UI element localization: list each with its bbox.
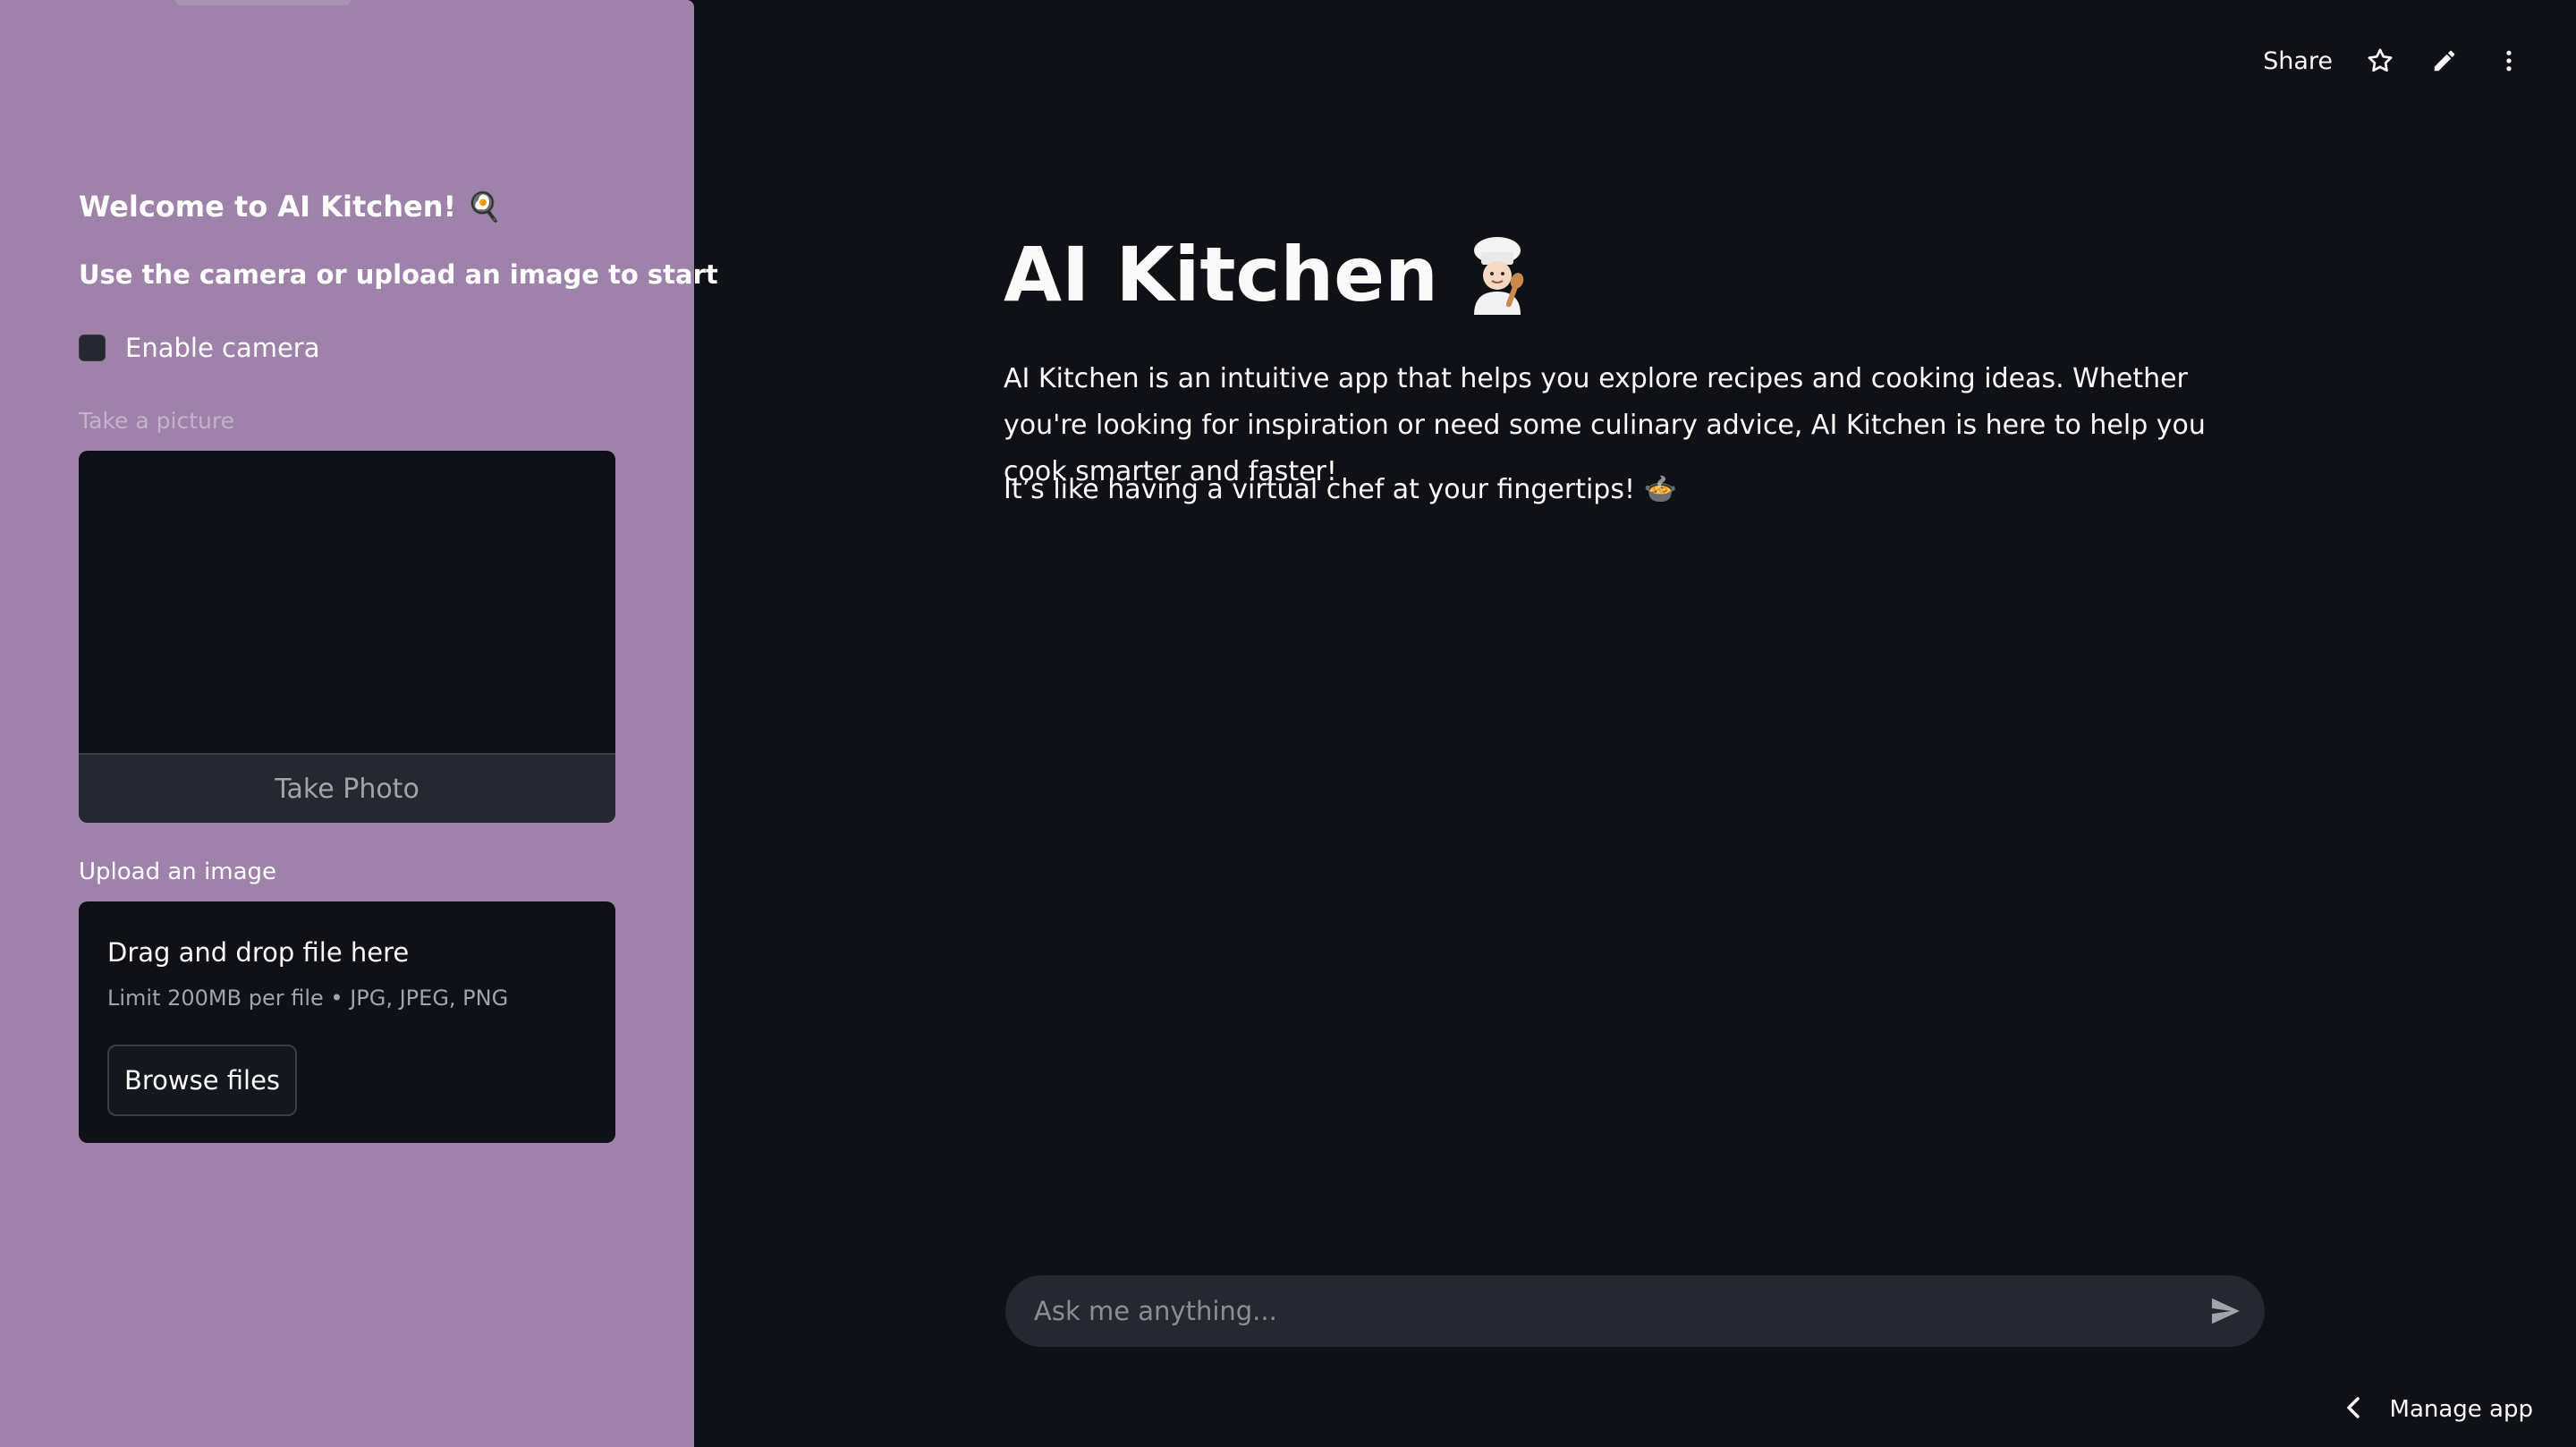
enable-camera-label: Enable camera: [125, 333, 320, 363]
enable-camera-checkbox[interactable]: Enable camera: [79, 333, 320, 363]
browse-files-button[interactable]: Browse files: [107, 1045, 297, 1116]
checkbox-box[interactable]: [79, 334, 106, 361]
page-title: AI Kitchen: [1004, 231, 1533, 318]
header-toolbar: Share: [2263, 39, 2526, 82]
send-icon[interactable]: [2207, 1293, 2243, 1329]
sidebar-subtitle: Use the camera or upload an image to sta…: [79, 259, 718, 290]
sidebar: Welcome to AI Kitchen! 🍳 Use the camera …: [0, 0, 718, 1447]
tagline-paragraph: It’s like having a virtual chef at your …: [1004, 474, 1677, 505]
more-vertical-icon[interactable]: [2492, 44, 2526, 78]
chat-input[interactable]: [1034, 1275, 2197, 1347]
star-icon[interactable]: [2363, 44, 2397, 78]
chat-input-bar: [1005, 1275, 2265, 1347]
upload-label: Upload an image: [79, 859, 277, 885]
camera-preview: Take Photo: [79, 451, 615, 823]
dropzone-title: Drag and drop file here: [107, 937, 410, 968]
camera-input-label: Take a picture: [79, 408, 234, 434]
chevron-left-icon: [2343, 1395, 2363, 1424]
app-root: Welcome to AI Kitchen! 🍳 Use the camera …: [0, 0, 2576, 1447]
share-button[interactable]: Share: [2263, 47, 2333, 75]
page-title-text: AI Kitchen: [1004, 231, 1438, 318]
manage-app-label: Manage app: [2389, 1396, 2533, 1423]
chef-icon: [1462, 234, 1533, 315]
sidebar-grip: [175, 0, 351, 5]
sidebar-title: Welcome to AI Kitchen! 🍳: [79, 190, 503, 224]
pencil-icon[interactable]: [2428, 44, 2462, 78]
file-dropzone[interactable]: Drag and drop file here Limit 200MB per …: [79, 901, 615, 1143]
take-photo-button[interactable]: Take Photo: [79, 753, 615, 823]
manage-app-button[interactable]: Manage app: [2343, 1395, 2533, 1424]
dropzone-limit: Limit 200MB per file • JPG, JPEG, PNG: [107, 986, 509, 1011]
